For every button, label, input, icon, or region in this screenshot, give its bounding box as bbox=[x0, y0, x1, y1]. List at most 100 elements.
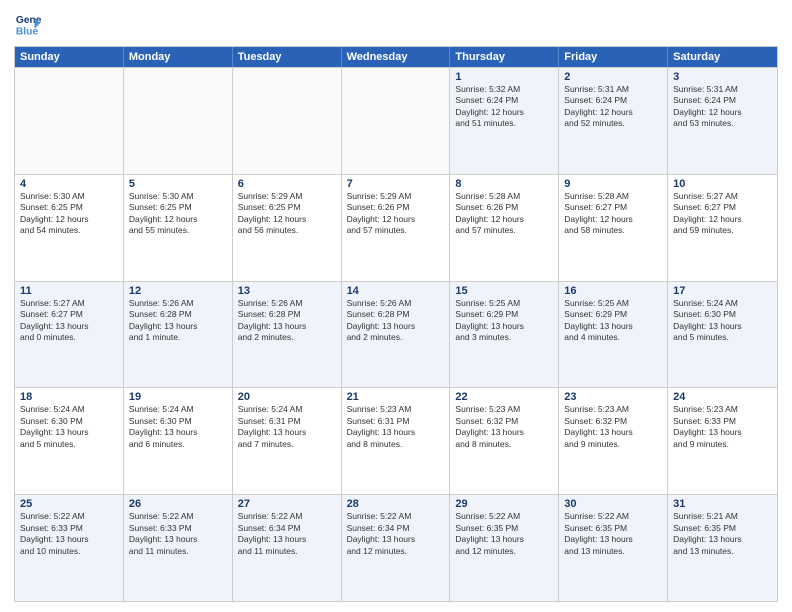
day-info: Sunrise: 5:28 AM Sunset: 6:27 PM Dayligh… bbox=[564, 191, 662, 237]
day-number: 20 bbox=[238, 391, 336, 403]
day-info: Sunrise: 5:24 AM Sunset: 6:30 PM Dayligh… bbox=[129, 404, 227, 450]
day-number: 23 bbox=[564, 391, 662, 403]
day-info: Sunrise: 5:23 AM Sunset: 6:32 PM Dayligh… bbox=[455, 404, 553, 450]
day-header-friday: Friday bbox=[559, 47, 668, 67]
day-header-thursday: Thursday bbox=[450, 47, 559, 67]
calendar-row-3: 18Sunrise: 5:24 AM Sunset: 6:30 PM Dayli… bbox=[15, 387, 777, 494]
day-cell-6: 6Sunrise: 5:29 AM Sunset: 6:25 PM Daylig… bbox=[233, 175, 342, 281]
calendar-body: 1Sunrise: 5:32 AM Sunset: 6:24 PM Daylig… bbox=[15, 67, 777, 601]
day-cell-17: 17Sunrise: 5:24 AM Sunset: 6:30 PM Dayli… bbox=[668, 282, 777, 388]
calendar-row-2: 11Sunrise: 5:27 AM Sunset: 6:27 PM Dayli… bbox=[15, 281, 777, 388]
day-number: 15 bbox=[455, 285, 553, 297]
day-info: Sunrise: 5:23 AM Sunset: 6:32 PM Dayligh… bbox=[564, 404, 662, 450]
day-number: 31 bbox=[673, 498, 772, 510]
day-number: 12 bbox=[129, 285, 227, 297]
day-cell-14: 14Sunrise: 5:26 AM Sunset: 6:28 PM Dayli… bbox=[342, 282, 451, 388]
day-info: Sunrise: 5:31 AM Sunset: 6:24 PM Dayligh… bbox=[673, 84, 772, 130]
day-cell-1: 1Sunrise: 5:32 AM Sunset: 6:24 PM Daylig… bbox=[450, 68, 559, 174]
day-cell-20: 20Sunrise: 5:24 AM Sunset: 6:31 PM Dayli… bbox=[233, 388, 342, 494]
day-number: 28 bbox=[347, 498, 445, 510]
day-cell-28: 28Sunrise: 5:22 AM Sunset: 6:34 PM Dayli… bbox=[342, 495, 451, 601]
day-cell-31: 31Sunrise: 5:21 AM Sunset: 6:35 PM Dayli… bbox=[668, 495, 777, 601]
day-info: Sunrise: 5:30 AM Sunset: 6:25 PM Dayligh… bbox=[20, 191, 118, 237]
day-number: 14 bbox=[347, 285, 445, 297]
day-cell-15: 15Sunrise: 5:25 AM Sunset: 6:29 PM Dayli… bbox=[450, 282, 559, 388]
day-number: 27 bbox=[238, 498, 336, 510]
day-cell-26: 26Sunrise: 5:22 AM Sunset: 6:33 PM Dayli… bbox=[124, 495, 233, 601]
day-info: Sunrise: 5:23 AM Sunset: 6:33 PM Dayligh… bbox=[673, 404, 772, 450]
day-info: Sunrise: 5:22 AM Sunset: 6:33 PM Dayligh… bbox=[129, 511, 227, 557]
day-number: 26 bbox=[129, 498, 227, 510]
day-info: Sunrise: 5:22 AM Sunset: 6:35 PM Dayligh… bbox=[455, 511, 553, 557]
day-info: Sunrise: 5:24 AM Sunset: 6:31 PM Dayligh… bbox=[238, 404, 336, 450]
calendar-row-0: 1Sunrise: 5:32 AM Sunset: 6:24 PM Daylig… bbox=[15, 67, 777, 174]
day-info: Sunrise: 5:22 AM Sunset: 6:35 PM Dayligh… bbox=[564, 511, 662, 557]
day-number: 2 bbox=[564, 71, 662, 83]
day-number: 9 bbox=[564, 178, 662, 190]
day-cell-18: 18Sunrise: 5:24 AM Sunset: 6:30 PM Dayli… bbox=[15, 388, 124, 494]
day-number: 3 bbox=[673, 71, 772, 83]
day-header-monday: Monday bbox=[124, 47, 233, 67]
day-cell-25: 25Sunrise: 5:22 AM Sunset: 6:33 PM Dayli… bbox=[15, 495, 124, 601]
day-info: Sunrise: 5:27 AM Sunset: 6:27 PM Dayligh… bbox=[20, 298, 118, 344]
day-cell-23: 23Sunrise: 5:23 AM Sunset: 6:32 PM Dayli… bbox=[559, 388, 668, 494]
day-number: 18 bbox=[20, 391, 118, 403]
day-info: Sunrise: 5:26 AM Sunset: 6:28 PM Dayligh… bbox=[238, 298, 336, 344]
day-cell-5: 5Sunrise: 5:30 AM Sunset: 6:25 PM Daylig… bbox=[124, 175, 233, 281]
day-info: Sunrise: 5:25 AM Sunset: 6:29 PM Dayligh… bbox=[564, 298, 662, 344]
header: General Blue bbox=[14, 10, 778, 38]
day-cell-22: 22Sunrise: 5:23 AM Sunset: 6:32 PM Dayli… bbox=[450, 388, 559, 494]
day-cell-24: 24Sunrise: 5:23 AM Sunset: 6:33 PM Dayli… bbox=[668, 388, 777, 494]
day-info: Sunrise: 5:26 AM Sunset: 6:28 PM Dayligh… bbox=[129, 298, 227, 344]
empty-cell bbox=[342, 68, 451, 174]
day-number: 13 bbox=[238, 285, 336, 297]
day-cell-4: 4Sunrise: 5:30 AM Sunset: 6:25 PM Daylig… bbox=[15, 175, 124, 281]
day-number: 5 bbox=[129, 178, 227, 190]
day-info: Sunrise: 5:21 AM Sunset: 6:35 PM Dayligh… bbox=[673, 511, 772, 557]
calendar: SundayMondayTuesdayWednesdayThursdayFrid… bbox=[14, 46, 778, 602]
day-cell-3: 3Sunrise: 5:31 AM Sunset: 6:24 PM Daylig… bbox=[668, 68, 777, 174]
day-info: Sunrise: 5:24 AM Sunset: 6:30 PM Dayligh… bbox=[673, 298, 772, 344]
day-header-wednesday: Wednesday bbox=[342, 47, 451, 67]
day-header-sunday: Sunday bbox=[15, 47, 124, 67]
day-number: 8 bbox=[455, 178, 553, 190]
day-number: 4 bbox=[20, 178, 118, 190]
day-number: 29 bbox=[455, 498, 553, 510]
empty-cell bbox=[124, 68, 233, 174]
day-info: Sunrise: 5:27 AM Sunset: 6:27 PM Dayligh… bbox=[673, 191, 772, 237]
day-header-tuesday: Tuesday bbox=[233, 47, 342, 67]
day-cell-8: 8Sunrise: 5:28 AM Sunset: 6:26 PM Daylig… bbox=[450, 175, 559, 281]
day-number: 10 bbox=[673, 178, 772, 190]
day-cell-30: 30Sunrise: 5:22 AM Sunset: 6:35 PM Dayli… bbox=[559, 495, 668, 601]
day-info: Sunrise: 5:31 AM Sunset: 6:24 PM Dayligh… bbox=[564, 84, 662, 130]
logo: General Blue bbox=[14, 10, 42, 38]
day-info: Sunrise: 5:22 AM Sunset: 6:33 PM Dayligh… bbox=[20, 511, 118, 557]
day-number: 16 bbox=[564, 285, 662, 297]
day-cell-7: 7Sunrise: 5:29 AM Sunset: 6:26 PM Daylig… bbox=[342, 175, 451, 281]
day-number: 30 bbox=[564, 498, 662, 510]
day-number: 11 bbox=[20, 285, 118, 297]
day-info: Sunrise: 5:24 AM Sunset: 6:30 PM Dayligh… bbox=[20, 404, 118, 450]
day-number: 17 bbox=[673, 285, 772, 297]
day-number: 7 bbox=[347, 178, 445, 190]
day-info: Sunrise: 5:30 AM Sunset: 6:25 PM Dayligh… bbox=[129, 191, 227, 237]
day-cell-29: 29Sunrise: 5:22 AM Sunset: 6:35 PM Dayli… bbox=[450, 495, 559, 601]
day-number: 1 bbox=[455, 71, 553, 83]
day-number: 25 bbox=[20, 498, 118, 510]
day-info: Sunrise: 5:22 AM Sunset: 6:34 PM Dayligh… bbox=[238, 511, 336, 557]
day-info: Sunrise: 5:28 AM Sunset: 6:26 PM Dayligh… bbox=[455, 191, 553, 237]
day-number: 24 bbox=[673, 391, 772, 403]
day-cell-16: 16Sunrise: 5:25 AM Sunset: 6:29 PM Dayli… bbox=[559, 282, 668, 388]
day-cell-12: 12Sunrise: 5:26 AM Sunset: 6:28 PM Dayli… bbox=[124, 282, 233, 388]
page: General Blue SundayMondayTuesdayWednesda… bbox=[0, 0, 792, 612]
day-cell-2: 2Sunrise: 5:31 AM Sunset: 6:24 PM Daylig… bbox=[559, 68, 668, 174]
day-info: Sunrise: 5:22 AM Sunset: 6:34 PM Dayligh… bbox=[347, 511, 445, 557]
day-number: 21 bbox=[347, 391, 445, 403]
calendar-row-1: 4Sunrise: 5:30 AM Sunset: 6:25 PM Daylig… bbox=[15, 174, 777, 281]
day-info: Sunrise: 5:25 AM Sunset: 6:29 PM Dayligh… bbox=[455, 298, 553, 344]
day-number: 19 bbox=[129, 391, 227, 403]
day-info: Sunrise: 5:23 AM Sunset: 6:31 PM Dayligh… bbox=[347, 404, 445, 450]
calendar-row-4: 25Sunrise: 5:22 AM Sunset: 6:33 PM Dayli… bbox=[15, 494, 777, 601]
day-info: Sunrise: 5:26 AM Sunset: 6:28 PM Dayligh… bbox=[347, 298, 445, 344]
day-cell-19: 19Sunrise: 5:24 AM Sunset: 6:30 PM Dayli… bbox=[124, 388, 233, 494]
